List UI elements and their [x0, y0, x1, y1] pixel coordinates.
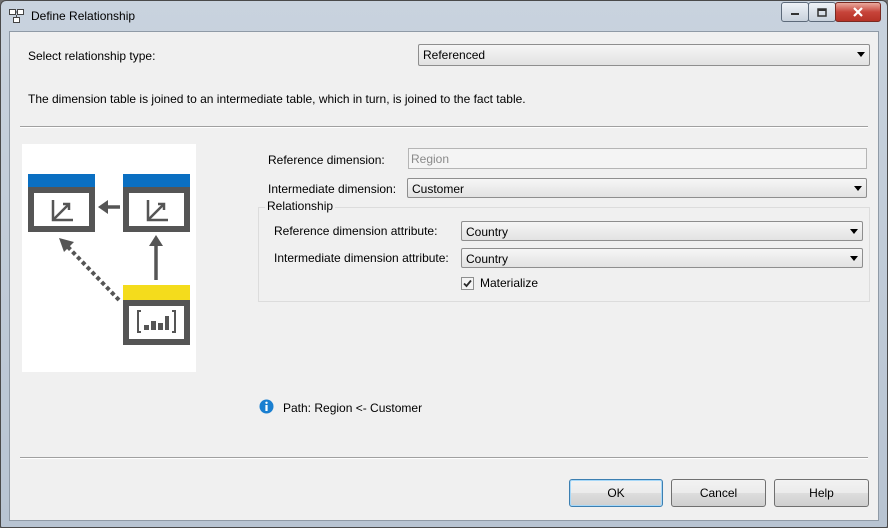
diagram-graphic [28, 174, 190, 345]
reference-attribute-value: Country [466, 225, 509, 239]
intermediate-attribute-value: Country [466, 252, 509, 266]
intermediate-attribute-select[interactable]: Country [461, 248, 863, 268]
relationship-type-label: Select relationship type: [28, 49, 156, 63]
intermediate-attribute-label: Intermediate dimension attribute: [274, 251, 449, 265]
title-bar[interactable]: Define Relationship [1, 1, 887, 31]
minimize-button[interactable] [781, 2, 809, 22]
join-arrow-up [149, 235, 163, 280]
chevron-down-icon [854, 186, 862, 191]
ok-button[interactable]: OK [569, 479, 663, 507]
materialize-checkbox[interactable] [461, 277, 474, 290]
window-title: Define Relationship [31, 9, 136, 23]
referenced-join-arrow [59, 238, 121, 302]
path-text: Path: Region <- Customer [283, 401, 423, 415]
help-button[interactable]: Help [774, 479, 869, 507]
dialog-window: Define Relationship Select relationship … [0, 0, 888, 528]
reference-attribute-label: Reference dimension attribute: [274, 224, 438, 238]
reference-dimension-box [28, 187, 95, 232]
relationship-type-value: Referenced [423, 48, 486, 62]
intermediate-dimension-label: Intermediate dimension: [268, 182, 397, 196]
window-controls [781, 2, 881, 22]
relationship-group-label: Relationship [265, 199, 336, 213]
info-icon [259, 399, 274, 414]
materialize-label: Materialize [480, 276, 539, 290]
reference-dimension-label: Reference dimension: [268, 153, 385, 167]
chevron-down-icon [857, 52, 865, 57]
maximize-icon [817, 7, 827, 17]
checkmark-icon [463, 279, 472, 288]
minimize-icon [791, 13, 799, 15]
reference-dimension-value: Region [411, 152, 450, 166]
chevron-down-icon [850, 229, 858, 234]
maximize-button[interactable] [808, 2, 836, 22]
reference-attribute-select[interactable]: Country [461, 221, 863, 241]
fact-table-box [123, 300, 190, 345]
chevron-down-icon [850, 256, 858, 261]
join-arrow-left [98, 200, 120, 214]
intermediate-dimension-select[interactable]: Customer [407, 178, 867, 198]
dialog-client-area: Select relationship type: Referenced The… [9, 31, 879, 521]
relationship-app-icon [9, 9, 24, 23]
relationship-type-select[interactable]: Referenced [418, 44, 870, 66]
intermediate-dimension-box [123, 187, 190, 232]
top-divider [20, 126, 868, 128]
close-button[interactable] [835, 2, 881, 22]
intermediate-dimension-value: Customer [412, 182, 465, 196]
relationship-description: The dimension table is joined to an inte… [28, 92, 526, 106]
reference-dimension-field[interactable]: Region [408, 148, 867, 169]
bottom-divider [20, 457, 868, 459]
close-icon [853, 7, 863, 17]
relationship-diagram [22, 144, 196, 372]
cancel-button[interactable]: Cancel [671, 479, 766, 507]
